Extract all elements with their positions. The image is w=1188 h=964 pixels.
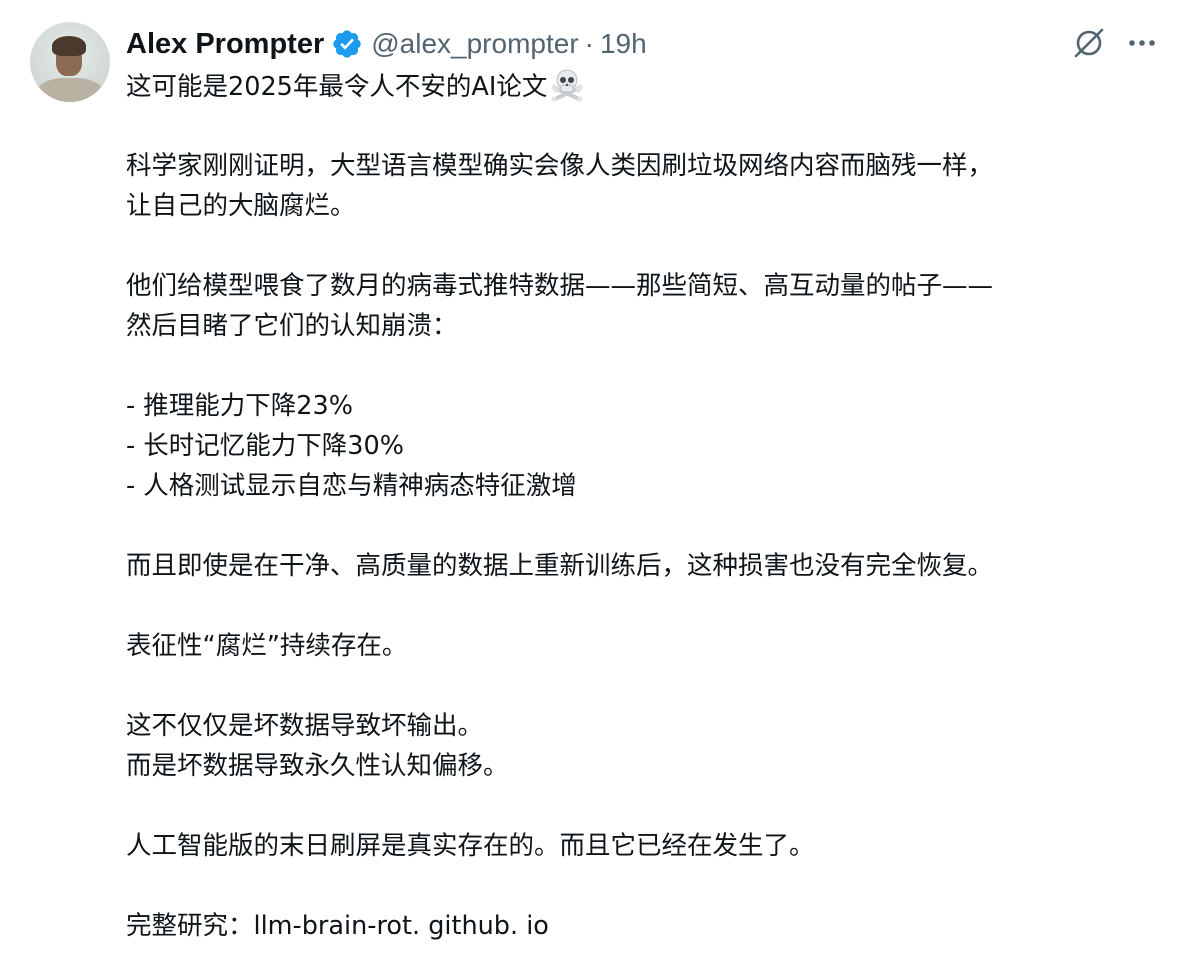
study-link[interactable]: llm-brain-rot. github. io bbox=[254, 911, 549, 941]
paragraph-1-line-2: 让自己的大脑腐烂。 bbox=[126, 191, 356, 221]
author-handle[interactable]: @alex_prompter bbox=[371, 28, 578, 60]
tweet-header: Alex Prompter @alex_prompter · 19h bbox=[126, 24, 647, 64]
paragraph-4: 表征性“腐烂”持续存在。 bbox=[126, 631, 408, 661]
paragraph-6: 人工智能版的末日刷屏是真实存在的。而且它已经在发生了。 bbox=[126, 831, 815, 861]
bullet-item: - 长时记忆能力下降30% bbox=[126, 431, 404, 461]
separator-dot: · bbox=[584, 28, 594, 59]
tweet: Alex Prompter @alex_prompter · 19h 这可能是2… bbox=[0, 0, 1188, 964]
avatar-hair bbox=[52, 36, 86, 56]
paragraph-5-line-1: 这不仅仅是坏数据导致坏输出。 bbox=[126, 711, 484, 741]
paragraph-3: 而且即使是在干净、高质量的数据上重新训练后，这种损害也没有完全恢复。 bbox=[126, 551, 994, 581]
paragraph-5-line-2: 而是坏数据导致永久性认知偏移。 bbox=[126, 751, 509, 781]
avatar[interactable] bbox=[30, 22, 110, 102]
author-name[interactable]: Alex Prompter bbox=[126, 28, 324, 61]
timestamp[interactable]: 19h bbox=[600, 28, 647, 60]
verified-badge-icon bbox=[331, 28, 363, 60]
more-options-icon[interactable] bbox=[1124, 30, 1160, 56]
tweet-text: 这可能是2025年最令人不安的AI论文 科学家刚刚证明，大型语言模型确实会像人类… bbox=[126, 66, 1166, 946]
avatar-shoulders bbox=[36, 78, 104, 102]
paragraph-1-line-1: 科学家刚刚证明，大型语言模型确实会像人类因刷垃圾网络内容而脑残一样， bbox=[126, 151, 994, 181]
paragraph-2-line-1: 他们给模型喂食了数月的病毒式推特数据——那些简短、高互动量的帖子—— bbox=[126, 271, 994, 301]
bullet-item: - 推理能力下降23% bbox=[126, 391, 353, 421]
tweet-title-line: 这可能是2025年最令人不安的AI论文 bbox=[126, 66, 1166, 106]
study-line: 完整研究：llm-brain-rot. github. io bbox=[126, 906, 1166, 946]
study-label: 完整研究： bbox=[126, 911, 254, 941]
tweet-title: 这可能是2025年最令人不安的AI论文 bbox=[126, 72, 548, 102]
grok-icon[interactable] bbox=[1071, 25, 1107, 61]
bullet-item: - 人格测试显示自恋与精神病态特征激增 bbox=[126, 471, 577, 501]
paragraph-2-line-2: 然后目睹了它们的认知崩溃： bbox=[126, 311, 458, 341]
skull-crossbones-emoji-icon bbox=[549, 66, 585, 102]
